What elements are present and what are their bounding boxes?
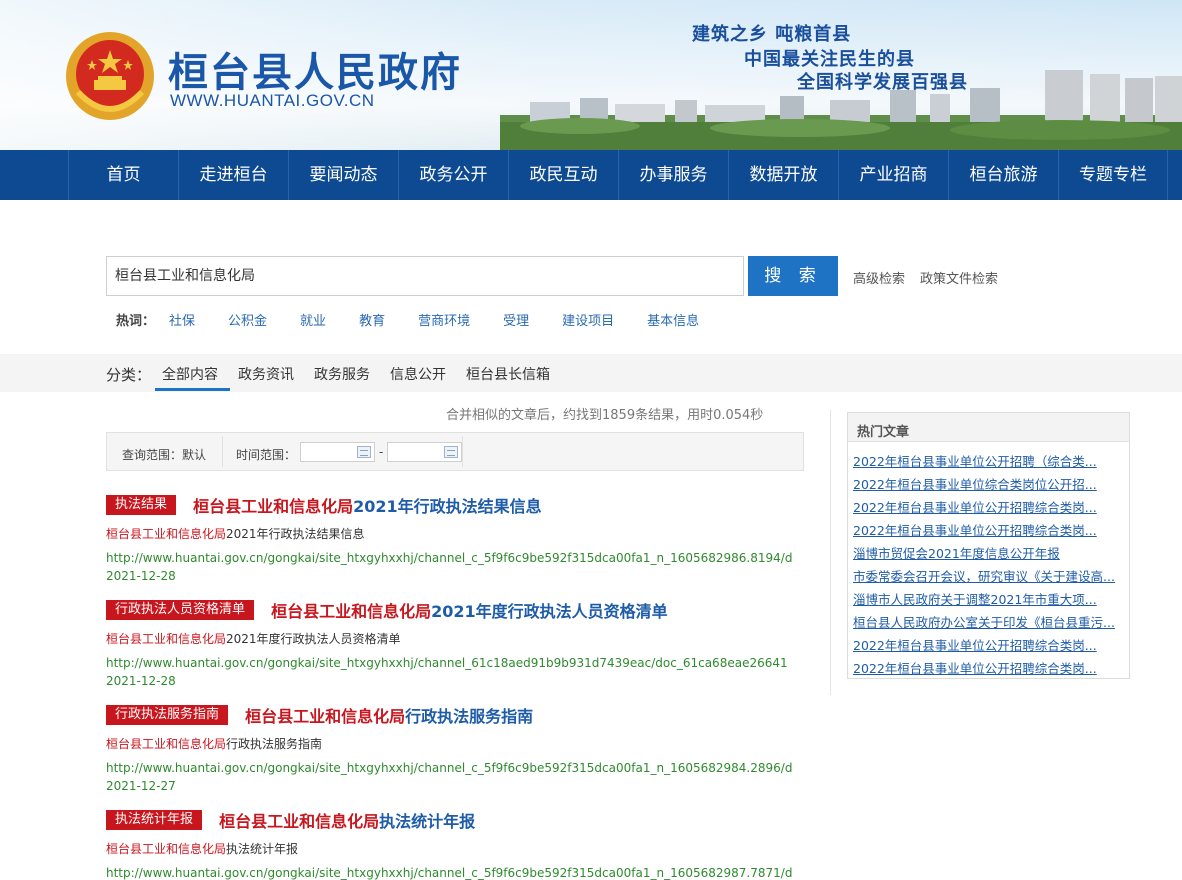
- result-tag: 执法统计年报: [106, 810, 203, 830]
- site-title[interactable]: 桓台县人民政府: [168, 40, 462, 98]
- result-date: 2021-12-28: [106, 674, 176, 688]
- filter-divider: [222, 436, 223, 467]
- hot-article-link[interactable]: 2022年桓台县事业单位公开招聘综合类岗...: [853, 497, 1123, 516]
- result-title-highlight: 桓台县工业和信息化局: [219, 812, 380, 831]
- nav-item-investment[interactable]: 产业招商: [838, 150, 948, 200]
- result-title-link[interactable]: 桓台县工业和信息化局执法统计年报: [219, 808, 475, 832]
- hot-articles-title: 热门文章: [857, 425, 910, 440]
- result-snippet: 桓台县工业和信息化局行政执法服务指南: [106, 735, 806, 752]
- result-url[interactable]: http://www.huantai.gov.cn/gongkai/site_h…: [106, 761, 806, 775]
- nav-item-news[interactable]: 要闻动态: [288, 150, 398, 200]
- national-emblem-icon: [66, 32, 154, 120]
- slogan-line-3: 全国科学发展百强县: [797, 72, 968, 93]
- result-summary: 合并相似的文章后，约找到1859条结果，用时0.054秒: [446, 408, 764, 423]
- nav-item-about[interactable]: 走进桓台: [178, 150, 288, 200]
- advanced-search-link[interactable]: 高级检索: [853, 268, 905, 287]
- nav-item-open-data[interactable]: 数据开放: [728, 150, 838, 200]
- result-title-link[interactable]: 桓台县工业和信息化局2021年行政执法结果信息: [193, 493, 542, 517]
- search-button[interactable]: 搜 索: [748, 256, 838, 296]
- hot-article-link[interactable]: 2022年桓台县事业单位综合类岗位公开招...: [853, 474, 1123, 493]
- nav-item-topics[interactable]: 专题专栏: [1058, 150, 1168, 200]
- tab-gov-services[interactable]: 政务服务: [314, 364, 370, 384]
- hot-word[interactable]: 社保: [169, 310, 195, 329]
- search-result: 执法结果 桓台县工业和信息化局2021年行政执法结果信息 桓台县工业和信息化局2…: [106, 493, 806, 583]
- result-title-link[interactable]: 桓台县工业和信息化局2021年度行政执法人员资格清单: [271, 598, 668, 622]
- search-result: 执法统计年报 桓台县工业和信息化局执法统计年报 桓台县工业和信息化局执法统计年报…: [106, 808, 806, 880]
- header-banner: 桓台县人民政府 WWW.HUANTAI.GOV.CN 建筑之乡 吨粮首县 中国最…: [0, 0, 1182, 150]
- hot-article-link[interactable]: 2022年桓台县事业单位公开招聘综合类岗...: [853, 635, 1123, 654]
- hot-word[interactable]: 营商环境: [418, 310, 470, 329]
- hot-words: 热词： 社保 公积金 就业 教育 营商环境 受理 建设项目 基本信息: [116, 310, 699, 329]
- hot-article-link[interactable]: 2022年桓台县事业单位公开招聘综合类岗...: [853, 520, 1123, 539]
- result-title-highlight: 桓台县工业和信息化局: [193, 497, 354, 516]
- result-title-text: 行政执法服务指南: [405, 707, 534, 726]
- nav-item-interaction[interactable]: 政民互动: [508, 150, 618, 200]
- search-input[interactable]: 桓台县工业和信息化局: [106, 256, 744, 296]
- result-title-text: 2021年行政执法结果信息: [353, 497, 542, 516]
- result-title-text: 执法统计年报: [379, 812, 476, 831]
- hot-word[interactable]: 公积金: [228, 310, 267, 329]
- policy-search-link[interactable]: 政策文件检索: [920, 268, 998, 287]
- date-separator: -: [379, 445, 384, 459]
- active-tab-indicator: [155, 388, 230, 391]
- result-tag: 行政执法人员资格清单: [106, 600, 255, 620]
- result-snippet-text: 2021年行政执法结果信息: [226, 527, 365, 541]
- result-title-text: 2021年度行政执法人员资格清单: [431, 602, 668, 621]
- nav-item-tourism[interactable]: 桓台旅游: [948, 150, 1058, 200]
- tab-all-content[interactable]: 全部内容: [162, 364, 218, 384]
- hot-article-link[interactable]: 淄博市贸促会2021年度信息公开年报: [853, 543, 1123, 562]
- result-snippet: 桓台县工业和信息化局2021年度行政执法人员资格清单: [106, 630, 806, 647]
- result-snippet-text: 执法统计年报: [226, 842, 299, 856]
- time-range-label: 时间范围：: [236, 448, 297, 462]
- result-snippet-text: 行政执法服务指南: [226, 737, 323, 751]
- result-snippet-text: 2021年度行政执法人员资格清单: [226, 632, 401, 646]
- filter-divider: [462, 436, 463, 467]
- start-date-input[interactable]: [300, 442, 375, 462]
- hot-words-label: 热词：: [116, 314, 156, 329]
- nav-item-home[interactable]: 首页: [68, 150, 178, 200]
- result-snippet-highlight: 桓台县工业和信息化局: [106, 632, 227, 646]
- end-date-input[interactable]: [387, 442, 462, 462]
- result-snippet-highlight: 桓台县工业和信息化局: [106, 842, 227, 856]
- result-tag: 执法结果: [106, 495, 177, 515]
- hot-article-link[interactable]: 淄博市人民政府关于调整2021年市重大项...: [853, 589, 1123, 608]
- hot-word[interactable]: 基本信息: [647, 310, 699, 329]
- main-navigation: 首页 走进桓台 要闻动态 政务公开 政民互动 办事服务 数据开放 产业招商 桓台…: [0, 150, 1182, 200]
- result-url[interactable]: http://www.huantai.gov.cn/gongkai/site_h…: [106, 656, 806, 670]
- column-divider: [830, 410, 831, 695]
- hot-word[interactable]: 教育: [359, 310, 385, 329]
- site-url: WWW.HUANTAI.GOV.CN: [170, 91, 375, 110]
- result-date: 2021-12-27: [106, 779, 176, 793]
- hot-article-link[interactable]: 2022年桓台县事业单位公开招聘综合类岗...: [853, 658, 1123, 677]
- calendar-icon[interactable]: [444, 446, 458, 458]
- tab-gov-news[interactable]: 政务资讯: [238, 364, 294, 384]
- hot-word[interactable]: 受理: [503, 310, 529, 329]
- result-url[interactable]: http://www.huantai.gov.cn/gongkai/site_h…: [106, 551, 806, 565]
- hot-article-link[interactable]: 市委常委会召开会议，研究审议《关于建设高...: [853, 566, 1123, 585]
- hot-article-link[interactable]: 桓台县人民政府办公室关于印发《桓台县重污...: [853, 612, 1123, 631]
- result-date: 2021-12-28: [106, 569, 176, 583]
- result-tag: 行政执法服务指南: [106, 705, 229, 725]
- result-snippet: 桓台县工业和信息化局执法统计年报: [106, 840, 806, 857]
- category-label: 分类：: [106, 366, 152, 384]
- hot-article-link[interactable]: 2022年桓台县事业单位公开招聘（综合类...: [853, 451, 1123, 470]
- result-snippet-highlight: 桓台县工业和信息化局: [106, 737, 227, 751]
- slogan-line-1: 建筑之乡 吨粮首县: [692, 24, 852, 45]
- result-title-highlight: 桓台县工业和信息化局: [245, 707, 406, 726]
- result-snippet: 桓台县工业和信息化局2021年行政执法结果信息: [106, 525, 806, 542]
- result-title-highlight: 桓台县工业和信息化局: [271, 602, 432, 621]
- search-result: 行政执法服务指南 桓台县工业和信息化局行政执法服务指南 桓台县工业和信息化局行政…: [106, 703, 806, 793]
- hot-word[interactable]: 建设项目: [562, 310, 614, 329]
- search-result: 行政执法人员资格清单 桓台县工业和信息化局2021年度行政执法人员资格清单 桓台…: [106, 598, 806, 688]
- result-snippet-highlight: 桓台县工业和信息化局: [106, 527, 227, 541]
- tab-info-disclosure[interactable]: 信息公开: [390, 364, 446, 384]
- result-title-link[interactable]: 桓台县工业和信息化局行政执法服务指南: [245, 703, 533, 727]
- tab-mayor-mailbox[interactable]: 桓台县长信箱: [466, 364, 550, 384]
- nav-item-gov-affairs[interactable]: 政务公开: [398, 150, 508, 200]
- scope-filter[interactable]: 查询范围：默认: [122, 446, 206, 463]
- nav-item-services[interactable]: 办事服务: [618, 150, 728, 200]
- result-url[interactable]: http://www.huantai.gov.cn/gongkai/site_h…: [106, 866, 806, 880]
- calendar-icon[interactable]: [357, 446, 371, 458]
- hot-word[interactable]: 就业: [300, 310, 326, 329]
